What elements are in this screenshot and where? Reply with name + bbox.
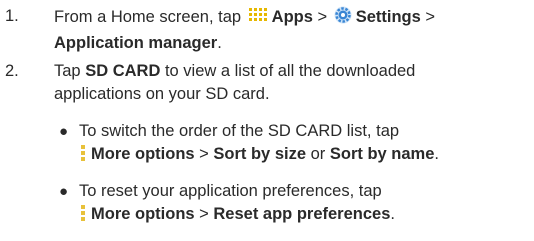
apps-label: Apps bbox=[271, 8, 313, 26]
more-options-label: More options bbox=[91, 145, 195, 163]
step-text-segment: applications on your SD card. bbox=[54, 85, 270, 103]
bullet-text-segment: To switch the order of the SD CARD list,… bbox=[79, 122, 400, 140]
bullet-dot: ● bbox=[59, 183, 69, 200]
sd-card-label: SD CARD bbox=[85, 62, 161, 80]
bullet-text-segment: To reset your application preferences, t… bbox=[79, 182, 382, 200]
settings-gear-icon bbox=[332, 5, 356, 32]
bullet-line: More options > Reset app preferences. bbox=[79, 203, 534, 229]
punctuation: . bbox=[217, 34, 222, 52]
separator: > bbox=[194, 145, 214, 163]
settings-label: Settings bbox=[355, 8, 421, 26]
reset-app-preferences-label: Reset app preferences bbox=[213, 205, 391, 223]
punctuation: . bbox=[434, 145, 439, 163]
bullet-line: More options > Sort by size or Sort by n… bbox=[79, 143, 534, 169]
step-line: Tap SD CARD to view a list of all the do… bbox=[54, 60, 532, 83]
apps-grid-icon bbox=[246, 7, 272, 32]
step-number: 1. bbox=[5, 7, 19, 25]
application-manager-label: Application manager bbox=[54, 34, 218, 52]
separator: > bbox=[420, 8, 436, 26]
more-options-icon bbox=[79, 144, 91, 169]
more-options-icon bbox=[79, 204, 91, 229]
instruction-document: 1. From a Home screen, tap Apps > Settin… bbox=[0, 0, 534, 241]
step-line: From a Home screen, tap Apps > Settings … bbox=[54, 5, 532, 32]
step-line: applications on your SD card. bbox=[54, 83, 532, 106]
bullet-text-segment: or bbox=[306, 145, 330, 163]
separator: > bbox=[194, 205, 214, 223]
bullet-line: To reset your application preferences, t… bbox=[79, 180, 534, 203]
sort-by-name-label: Sort by name bbox=[329, 145, 435, 163]
step-text: From a Home screen, tap Apps > Settings … bbox=[54, 5, 532, 55]
bullet-dot: ● bbox=[59, 123, 69, 140]
punctuation: . bbox=[390, 205, 395, 223]
more-options-label: More options bbox=[91, 205, 195, 223]
bullet-text: To reset your application preferences, t… bbox=[79, 180, 534, 229]
step-text-segment: From a Home screen, tap bbox=[54, 8, 246, 26]
step-text: Tap SD CARD to view a list of all the do… bbox=[54, 60, 532, 106]
sort-by-size-label: Sort by size bbox=[213, 145, 307, 163]
step-line: Application manager. bbox=[54, 32, 532, 55]
step-number: 2. bbox=[5, 62, 19, 80]
bullet-text: To switch the order of the SD CARD list,… bbox=[79, 120, 534, 169]
step-text-segment: Tap bbox=[54, 62, 86, 80]
bullet-line: To switch the order of the SD CARD list,… bbox=[79, 120, 534, 143]
separator: > bbox=[312, 8, 332, 26]
step-text-segment: to view a list of all the downloaded bbox=[160, 62, 416, 80]
